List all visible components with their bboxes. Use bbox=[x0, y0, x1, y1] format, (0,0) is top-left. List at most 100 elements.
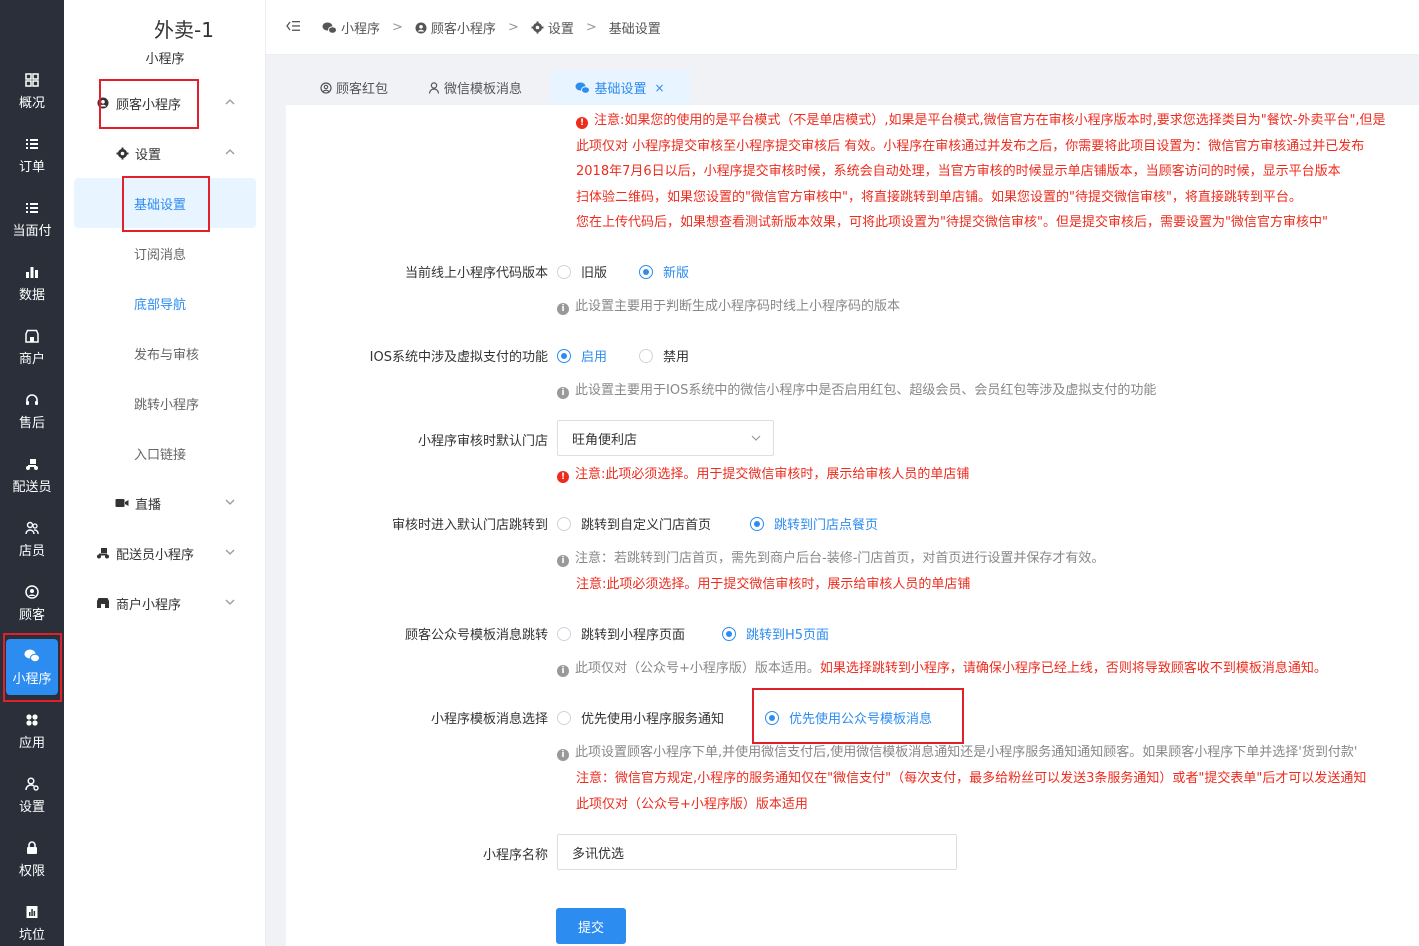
user-gear-icon bbox=[24, 776, 40, 792]
menu-basic-settings-label: 基础设置 bbox=[134, 197, 187, 213]
hint-text: 此设置主要用于IOS系统中的微信小程序中是否启用红包、超级会员、会员红包等涉及虚… bbox=[575, 383, 1157, 398]
menu-customer-app-label: 顾客小程序 bbox=[116, 97, 182, 113]
users-icon bbox=[24, 520, 40, 536]
rail-item-apps[interactable]: 应用 bbox=[0, 702, 64, 760]
hint-text: 此项设置顾客小程序下单,并使用微信支付后,使用微信模板消息通知还是小程序服务通知… bbox=[575, 745, 1358, 760]
rail-item-clerk[interactable]: 店员 bbox=[0, 510, 64, 568]
tab-customer-red-packet[interactable]: 顾客红包 bbox=[316, 70, 392, 105]
rail-item-data[interactable]: 数据 bbox=[0, 254, 64, 312]
app-name-input[interactable] bbox=[557, 834, 957, 870]
info-icon: i bbox=[557, 749, 569, 761]
radio-label: 新版 bbox=[663, 266, 690, 281]
rail-item-slot[interactable]: 坑位 bbox=[0, 894, 64, 946]
menu-merchant-app[interactable]: 商户小程序 bbox=[64, 578, 266, 628]
template-choice-mp-radio[interactable]: 优先使用公众号模板消息 bbox=[765, 708, 932, 727]
rail-item-orders[interactable]: 订单 bbox=[0, 126, 64, 184]
chevron-up-icon bbox=[225, 99, 235, 105]
menu-customer-app[interactable]: 顾客小程序 bbox=[64, 78, 266, 128]
rail-item-courier[interactable]: 配送员 bbox=[0, 446, 64, 504]
radio-label: 跳转到H5页面 bbox=[746, 628, 830, 643]
ios-pay-label: IOS系统中涉及虚拟支付的功能 bbox=[369, 350, 548, 365]
menu-settings-label: 设置 bbox=[135, 147, 162, 163]
collapse-menu-icon[interactable] bbox=[286, 20, 300, 36]
customer-icon bbox=[96, 96, 110, 110]
rail-item-permission[interactable]: 权限 bbox=[0, 830, 64, 888]
code-version-old-radio[interactable]: 旧版 bbox=[557, 262, 607, 281]
notice-line: 扫体验二维码，如果您设置的"微信官方审核中"，将直接跳转到单店铺。如果您设置的"… bbox=[576, 190, 1302, 205]
rail-item-face-pay[interactable]: 当面付 bbox=[0, 190, 64, 248]
customer-icon bbox=[415, 22, 427, 34]
breadcrumb-separator: > bbox=[392, 20, 403, 35]
template-jump-label: 顾客公众号模板消息跳转 bbox=[404, 628, 548, 643]
chevron-down-icon bbox=[225, 499, 235, 505]
close-icon[interactable]: × bbox=[654, 81, 664, 95]
headset-icon bbox=[24, 392, 40, 408]
info-icon: i bbox=[557, 387, 569, 399]
ios-pay-enable-radio[interactable]: 启用 bbox=[557, 346, 607, 365]
breadcrumb-item[interactable]: 顾客小程序 bbox=[431, 18, 496, 37]
radio-label: 旧版 bbox=[581, 266, 608, 281]
breadcrumb-item[interactable]: 设置 bbox=[548, 18, 574, 37]
list-icon bbox=[24, 136, 40, 152]
review-jump-order-page-radio[interactable]: 跳转到门店点餐页 bbox=[750, 514, 878, 533]
rail-item-label: 概况 bbox=[18, 95, 45, 111]
rail-item-customer[interactable]: 顾客 bbox=[0, 574, 64, 632]
top-header: 小程序 > 顾客小程序 > 设置 > 基础设置 bbox=[266, 0, 1419, 55]
rail-item-label: 应用 bbox=[18, 735, 45, 751]
template-jump-mini-page-radio[interactable]: 跳转到小程序页面 bbox=[557, 624, 685, 643]
chevron-up-icon bbox=[225, 149, 235, 155]
menu-subscribe-msg-label: 订阅消息 bbox=[134, 247, 187, 263]
menu-basic-settings[interactable]: 基础设置 bbox=[74, 178, 256, 228]
code-version-hint: i 此设置主要用于判断生成小程序码时线上小程序码的版本 bbox=[557, 295, 900, 315]
customer-icon bbox=[24, 584, 40, 600]
tab-basic-settings[interactable]: 基础设置 × bbox=[550, 70, 690, 105]
menu-publish-review[interactable]: 发布与审核 bbox=[64, 328, 266, 378]
code-version-new-radio[interactable]: 新版 bbox=[639, 262, 689, 281]
info-icon: i bbox=[557, 665, 569, 677]
menu-settings[interactable]: 设置 bbox=[64, 128, 266, 178]
menu-jump-app[interactable]: 跳转小程序 bbox=[64, 378, 266, 428]
menu-publish-review-label: 发布与审核 bbox=[134, 347, 200, 363]
rail-item-overview[interactable]: 概况 bbox=[0, 62, 64, 120]
rail-item-settings[interactable]: 设置 bbox=[0, 766, 64, 824]
review-store-select[interactable]: 旺角便利店 bbox=[557, 420, 774, 456]
review-jump-custom-home-radio[interactable]: 跳转到自定义门店首页 bbox=[557, 514, 711, 533]
gear-icon bbox=[531, 21, 544, 34]
settings-form: ! 注意:如果您的使用的是平台模式（不是单店模式）,如果是平台模式,微信官方在审核… bbox=[286, 105, 1419, 946]
tab-wechat-template[interactable]: 微信模板消息 bbox=[424, 70, 526, 105]
ios-pay-disable-radio[interactable]: 禁用 bbox=[639, 346, 689, 365]
select-value: 旺角便利店 bbox=[572, 432, 638, 448]
menu-subscribe-msg[interactable]: 订阅消息 bbox=[64, 228, 266, 278]
menu-entry-link[interactable]: 入口链接 bbox=[64, 428, 266, 478]
template-jump-h5-radio[interactable]: 跳转到H5页面 bbox=[722, 624, 829, 643]
rail-item-after-sales[interactable]: 售后 bbox=[0, 382, 64, 440]
menu-bottom-nav-label: 底部导航 bbox=[134, 297, 187, 313]
radio-dot bbox=[750, 516, 764, 531]
radio-label: 禁用 bbox=[663, 350, 690, 365]
rail-item-merchant[interactable]: 商户 bbox=[0, 318, 64, 376]
rail-item-label: 售后 bbox=[18, 415, 45, 431]
template-choice-note: 此项仅对（公众号+小程序版）版本适用 bbox=[576, 797, 808, 812]
radio-dot bbox=[557, 264, 571, 279]
notice-line: 此项仅对 小程序提交审核至小程序提交审核后 有效。小程序在审核通过并发布之后，你… bbox=[576, 139, 1365, 154]
template-choice-label: 小程序模板消息选择 bbox=[430, 712, 548, 727]
template-choice-service-radio[interactable]: 优先使用小程序服务通知 bbox=[557, 708, 724, 727]
main-nav-rail: 概况 订单 当面付 数据 商户 售后 配送员 店员 顾客 小程序 应用 设置 权… bbox=[0, 0, 64, 946]
radio-dot bbox=[639, 348, 653, 363]
menu-live[interactable]: 直播 bbox=[64, 478, 266, 528]
list-icon bbox=[24, 200, 40, 216]
menu-bottom-nav[interactable]: 底部导航 bbox=[64, 278, 266, 328]
breadcrumb-item[interactable]: 小程序 bbox=[341, 18, 380, 37]
radio-dot bbox=[557, 710, 571, 725]
notice-line: 您在上传代码后，如果想查看测试新版本效果，可将此项设置为"待提交微信审核"。但是… bbox=[576, 215, 1328, 230]
menu-courier-app[interactable]: 配送员小程序 bbox=[64, 528, 266, 578]
dashboard-icon bbox=[24, 72, 40, 88]
notice-text: 注意:如果您的使用的是平台模式（不是单店模式）,如果是平台模式,微信官方在审核小… bbox=[594, 113, 1386, 128]
hint-text: 注意：若跳转到门店首页，需先到商户后台-装修-门店首页，对首页进行设置并保存才有… bbox=[575, 551, 1105, 566]
review-store-label: 小程序审核时默认门店 bbox=[417, 434, 548, 449]
submit-button[interactable]: 提交 bbox=[556, 908, 626, 944]
review-jump-label: 审核时进入默认门店跳转到 bbox=[391, 518, 548, 533]
template-choice-hint: i 此项设置顾客小程序下单,并使用微信支付后,使用微信模板消息通知还是小程序服务通… bbox=[557, 741, 1357, 761]
store-icon bbox=[96, 596, 110, 610]
notice-line: 2018年7月6日以后，小程序提交审核时候，系统会自动处理，当官方审核的时候显示… bbox=[576, 164, 1341, 179]
